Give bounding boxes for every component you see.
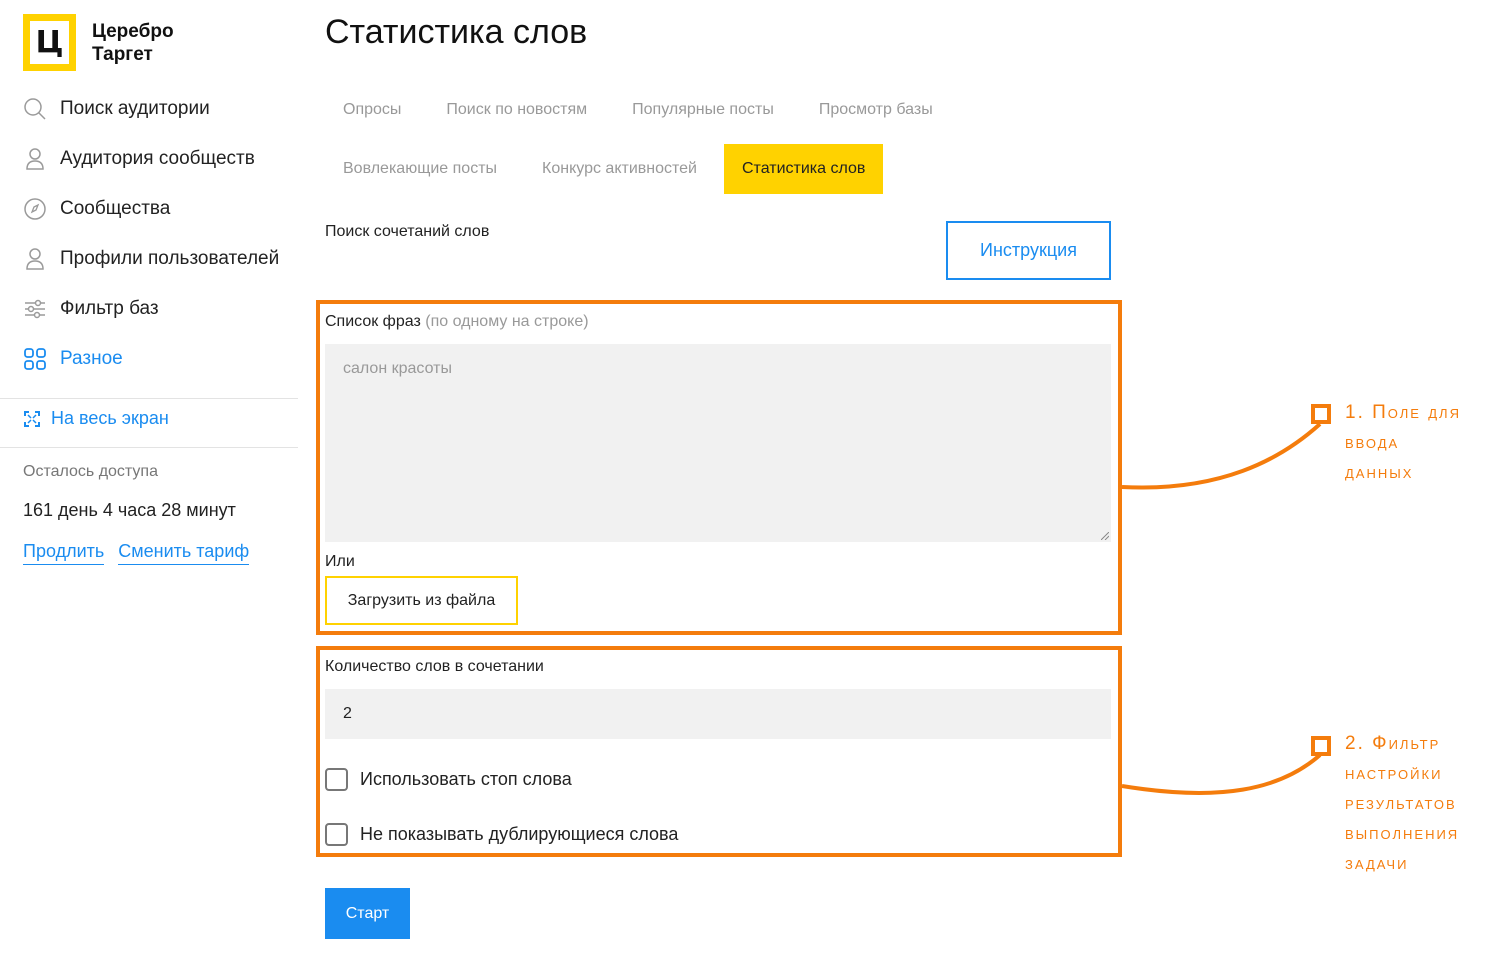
- annotation-line: ввода: [1345, 432, 1400, 453]
- annotation-line: задачи: [1345, 853, 1409, 874]
- annotation-connector-1: [1121, 422, 1322, 490]
- annotation-connectors: [1121, 422, 1322, 795]
- annotation-marker-2: [1311, 736, 1331, 756]
- annotation-label-2: 2. Фильтр настройки результатов выполнен…: [1345, 729, 1459, 879]
- annotation-line: данных: [1345, 462, 1414, 483]
- annotation-line: выполнения: [1345, 823, 1460, 844]
- annotation-line: настройки: [1345, 763, 1443, 784]
- annotation-label-1: 1. Поле для ввода данных: [1345, 398, 1461, 488]
- annotation-connector-2: [1121, 753, 1322, 795]
- annotation-line: 2. Фильтр: [1345, 733, 1441, 754]
- annotation-line: 1. Поле для: [1345, 402, 1461, 423]
- annotation-line: результатов: [1345, 793, 1457, 814]
- annotation-marker-1: [1311, 404, 1331, 424]
